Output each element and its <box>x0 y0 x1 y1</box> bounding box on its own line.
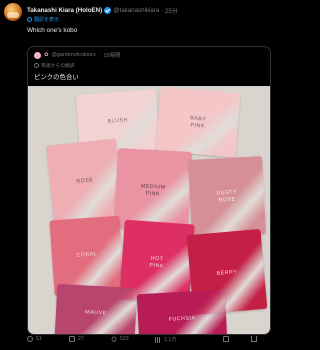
author-avatar[interactable] <box>4 3 22 21</box>
swatch-label: FUCHSIA <box>168 315 196 323</box>
swatch-mauve: MAUVE <box>54 283 138 334</box>
swatch-label: BLUSH <box>107 117 129 125</box>
quote-avatar[interactable] <box>34 51 41 59</box>
quote-handle[interactable]: @gardenofcolours <box>52 52 96 58</box>
swatch-fuchsia: FUCHSIA <box>136 289 228 334</box>
views-button[interactable]: 2.1万 <box>155 336 176 343</box>
swatch-baby-pink: BABY PINK <box>155 86 241 158</box>
swatch-photo[interactable]: BLUSH BABY PINK ROSE MEDIUM PINK DUSTY R… <box>28 86 270 334</box>
repost-button[interactable]: 27 <box>69 336 84 342</box>
quoted-tweet[interactable]: ✿ @gardenofcolours · 15時間 英語からの翻訳 ピンクの色合… <box>27 46 271 335</box>
globe-icon <box>34 63 39 68</box>
tweet-actions: 51 27 523 2.1万 <box>27 335 271 346</box>
views-count: 2.1万 <box>164 337 177 343</box>
translate-link[interactable]: 翻訳を表示 <box>27 16 59 23</box>
author-name[interactable]: Takanashi Kiara (HoloEN) <box>27 7 102 14</box>
globe-icon <box>27 17 32 22</box>
translate-label: 翻訳を表示 <box>34 17 60 23</box>
verified-badge-icon <box>104 6 112 14</box>
quote-time[interactable]: 15時間 <box>103 51 120 59</box>
swatch-label: CORAL <box>76 251 98 259</box>
views-icon <box>155 336 161 343</box>
bookmark-icon <box>223 336 229 342</box>
quote-text: ピンクの色合い <box>34 74 79 81</box>
reply-icon <box>27 336 33 342</box>
repost-count: 27 <box>78 336 84 342</box>
swatch-dusty-rose: DUSTY ROSE <box>188 156 266 238</box>
repost-icon <box>69 336 75 342</box>
reply-count: 51 <box>36 336 42 342</box>
heart-icon <box>110 335 118 343</box>
bookmark-button[interactable] <box>223 336 229 342</box>
quote-translated-note: 英語からの翻訳 <box>34 62 75 69</box>
swatch-label: DUSTY ROSE <box>216 189 238 203</box>
quote-separator-dot: · <box>98 52 101 58</box>
tweet-time[interactable]: 25分 <box>165 6 178 15</box>
like-button[interactable]: 523 <box>110 335 129 343</box>
swatch-rose: ROSE <box>46 138 124 224</box>
reply-button[interactable]: 51 <box>27 336 42 342</box>
share-button[interactable] <box>251 336 257 342</box>
quote-translated-label: 英語からの翻訳 <box>41 64 75 69</box>
swatch-label: ROSE <box>76 177 94 185</box>
quote-header: ✿ @gardenofcolours · 15時間 <box>34 51 120 59</box>
share-icon <box>251 336 257 342</box>
tweet-header: Takanashi Kiara (HoloEN) @takanashikiara… <box>27 4 274 16</box>
quote-flower-icon: ✿ <box>44 52 49 58</box>
swatch-label: MAUVE <box>85 309 107 317</box>
swatch-label: BABY PINK <box>189 115 207 130</box>
author-handle[interactable]: @takanashikiara <box>113 7 159 14</box>
tweet-text: Which one's kobo <box>27 27 78 34</box>
swatch-label: HOT PINK <box>149 255 165 269</box>
swatch-label: MEDIUM PINK <box>140 183 166 197</box>
like-count: 523 <box>120 336 129 342</box>
swatch-label: BERRY <box>216 269 238 277</box>
